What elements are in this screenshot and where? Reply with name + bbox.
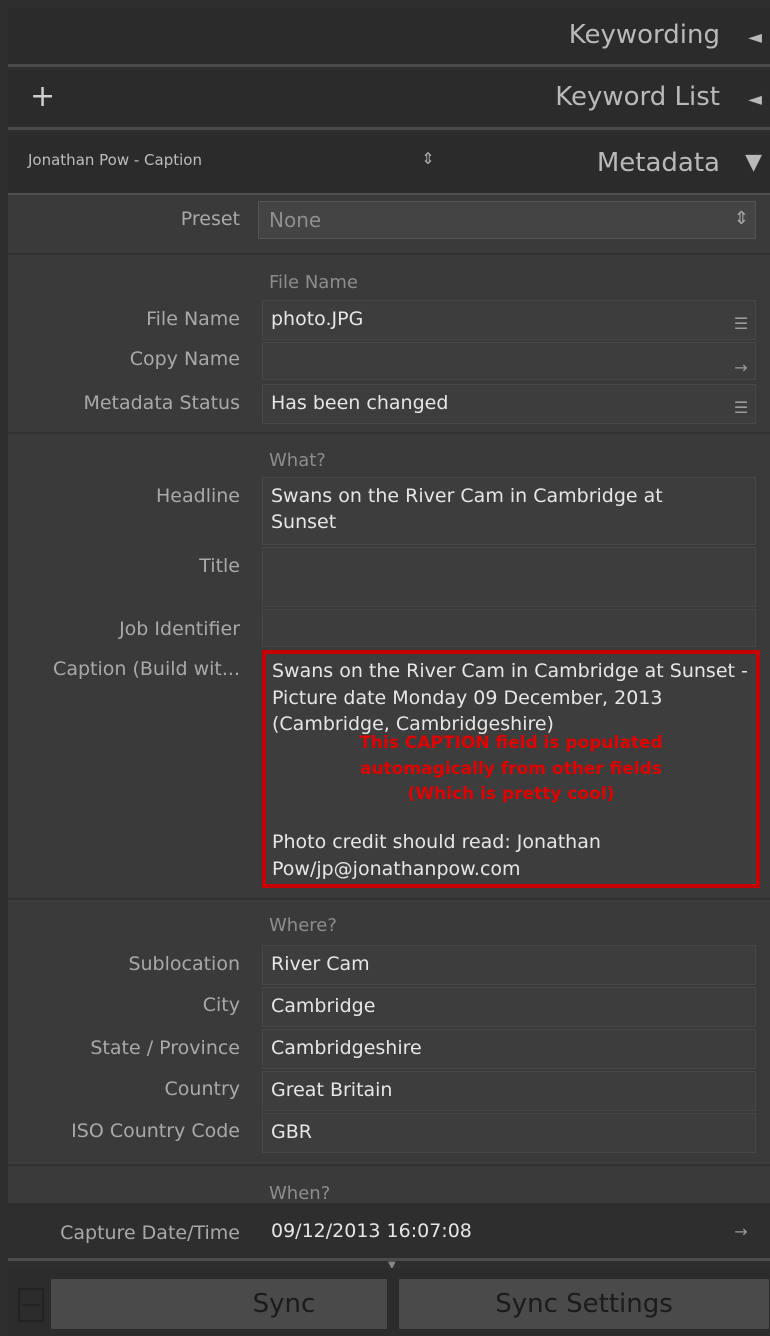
expand-down-icon[interactable]: ▼ <box>745 150 762 175</box>
title-label: Title <box>199 555 240 577</box>
sublocation-value: River Cam <box>271 953 370 975</box>
preset-label: Preset <box>180 208 240 230</box>
iso-country-code-field[interactable]: GBR <box>262 1113 756 1153</box>
metadata-title: Metadata <box>596 148 720 178</box>
keywording-panel-header[interactable]: Keywording ◄ <box>8 8 770 64</box>
arrow-right-icon[interactable]: → <box>726 352 756 382</box>
caption-label: Caption (Build wit... <box>53 658 240 680</box>
iso-country-code-label: ISO Country Code <box>71 1120 240 1142</box>
capture-date-label: Capture Date/Time <box>60 1222 240 1244</box>
file-name-label: File Name <box>146 308 240 330</box>
file-name-value: photo.JPG <box>271 308 364 330</box>
copy-name-label: Copy Name <box>129 348 240 370</box>
copy-name-field[interactable] <box>262 342 756 380</box>
group-title-file-name: File Name <box>269 272 358 293</box>
job-identifier-label: Job Identifier <box>119 618 240 640</box>
caption-value: Swans on the River Cam in Cambridge at S… <box>272 660 748 736</box>
metadata-preset-dropdown[interactable]: Jonathan Pow - Caption ⇕ <box>18 147 438 177</box>
caption-annotation-line: (Which is pretty cool) <box>407 784 615 804</box>
group-divider <box>8 1164 770 1166</box>
country-field[interactable]: Great Britain <box>262 1071 756 1111</box>
caption-annotation-line: automagically from other fields <box>360 758 662 779</box>
city-field[interactable]: Cambridge <box>262 987 756 1027</box>
caption-credit: Photo credit should read: Jonathan Pow/j… <box>272 831 601 880</box>
city-value: Cambridge <box>271 995 376 1017</box>
iso-country-code-value: GBR <box>271 1121 312 1143</box>
sync-button-label: Sync <box>252 1289 316 1319</box>
headline-field[interactable]: Swans on the River Cam in Cambridge at S… <box>262 477 756 545</box>
sublocation-field[interactable]: River Cam <box>262 945 756 985</box>
group-divider <box>8 253 770 255</box>
collapse-left-icon[interactable]: ◄ <box>748 89 762 110</box>
file-name-field[interactable]: photo.JPG <box>262 300 756 340</box>
panel-toggle-icon[interactable] <box>18 1288 44 1322</box>
group-title-where: Where? <box>269 915 337 936</box>
group-divider <box>8 898 770 900</box>
city-label: City <box>202 994 240 1016</box>
group-title-when: When? <box>269 1183 331 1204</box>
add-keyword-icon[interactable]: + <box>30 82 55 112</box>
headline-label: Headline <box>156 485 240 507</box>
panel-separator <box>8 64 770 67</box>
capture-date-value: 09/12/2013 16:07:08 <box>271 1220 472 1242</box>
group-divider <box>8 432 770 434</box>
metadata-status-value: Has been changed <box>271 392 449 414</box>
group-title-what: What? <box>269 450 326 471</box>
job-identifier-field[interactable] <box>262 609 756 647</box>
title-field[interactable] <box>262 547 756 607</box>
metadata-preset-dropdown-label: Jonathan Pow - Caption <box>28 151 202 169</box>
stepper-icon: ⇕ <box>421 149 435 168</box>
metadata-status-field: Has been changed <box>262 384 756 424</box>
keyword-list-panel-header[interactable]: + Keyword List ◄ <box>8 70 770 126</box>
preset-select-value: None <box>269 208 322 232</box>
headline-value: Swans on the River Cam in Cambridge at S… <box>271 485 663 533</box>
state-province-field[interactable]: Cambridgeshire <box>262 1029 756 1069</box>
arrow-right-icon[interactable]: → <box>726 1216 756 1246</box>
state-province-value: Cambridgeshire <box>271 1037 422 1059</box>
list-icon[interactable]: ☰ <box>726 308 756 338</box>
caption-annotation-line: This CAPTION field is populated <box>359 733 663 753</box>
country-value: Great Britain <box>271 1079 393 1101</box>
metadata-status-label: Metadata Status <box>83 392 240 414</box>
list-icon[interactable]: ☰ <box>726 392 756 422</box>
capture-date-field: 09/12/2013 16:07:08 <box>262 1212 756 1252</box>
stepper-icon: ⇕ <box>733 208 749 229</box>
caption-annotation: This CAPTION field is populated automagi… <box>266 731 756 808</box>
keywording-title: Keywording <box>568 20 720 50</box>
panel-separator <box>8 127 770 130</box>
sublocation-label: Sublocation <box>128 953 240 975</box>
sync-settings-button[interactable]: Sync Settings <box>398 1278 770 1330</box>
sync-settings-button-label: Sync Settings <box>495 1289 673 1319</box>
sync-button[interactable]: Sync <box>50 1278 388 1330</box>
keyword-list-title: Keyword List <box>555 82 720 112</box>
collapse-left-icon[interactable]: ◄ <box>748 27 762 48</box>
country-label: Country <box>164 1078 240 1100</box>
state-province-label: State / Province <box>90 1037 240 1059</box>
caption-field[interactable]: Swans on the River Cam in Cambridge at S… <box>262 650 760 888</box>
preset-select[interactable]: None ⇕ <box>258 201 756 239</box>
